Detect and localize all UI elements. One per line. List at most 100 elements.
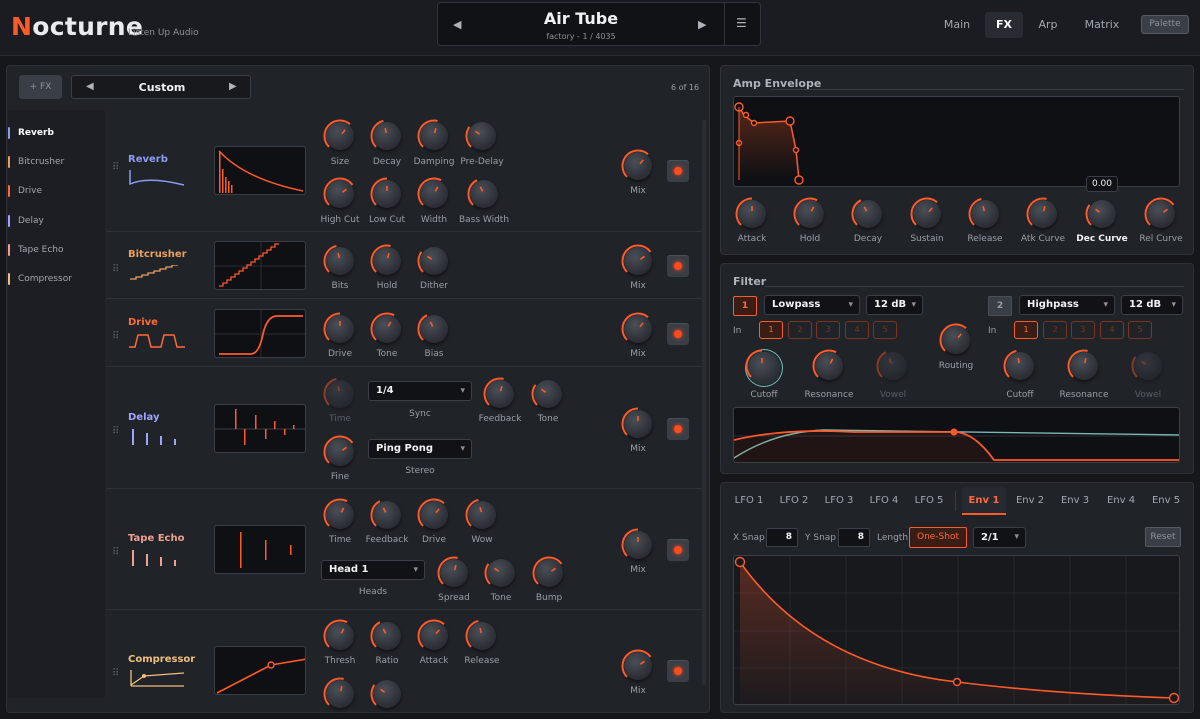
tape-feedback-knob[interactable]	[370, 500, 401, 529]
delay-fine-knob[interactable]	[323, 435, 354, 466]
sidebar-item-reverb[interactable]: Reverb	[6, 119, 102, 147]
amp-decay-knob[interactable]	[851, 199, 882, 228]
bitcrusher-bits-knob[interactable]	[323, 244, 354, 275]
comp-release-knob[interactable]	[465, 619, 496, 650]
bitcrusher-dither-knob[interactable]	[417, 247, 448, 275]
drag-handle-icon[interactable]: ⠿	[112, 548, 120, 558]
tab-env-1[interactable]: Env 1	[962, 487, 1006, 515]
amp-atk-curve-knob[interactable]	[1026, 197, 1057, 228]
sidebar-item-compressor[interactable]: Compressor	[6, 265, 102, 293]
bitcrusher-hold-knob[interactable]	[370, 244, 401, 275]
amp-release-knob[interactable]	[968, 197, 999, 228]
tab-lfo-2[interactable]: LFO 2	[778, 487, 810, 515]
delay-power-button[interactable]	[667, 418, 689, 440]
reverb-basswidth-knob[interactable]	[467, 179, 498, 208]
tab-lfo-5[interactable]: LFO 5	[913, 487, 945, 515]
fx-scrollbar[interactable]	[702, 120, 706, 685]
drive-drive-knob[interactable]	[323, 312, 354, 343]
comp-knob-6[interactable]	[370, 680, 401, 708]
tape-spread-knob[interactable]	[437, 556, 468, 587]
filter2-select-button[interactable]: 2	[988, 296, 1012, 316]
sidebar-item-drive[interactable]: Drive	[6, 177, 102, 205]
delay-feedback-knob[interactable]	[483, 377, 514, 408]
tab-lfo-1[interactable]: LFO 1	[733, 487, 765, 515]
filter1-in-slot-5[interactable]: 5	[873, 321, 897, 339]
filter1-vowel-knob[interactable]	[876, 351, 907, 380]
ysnap-input[interactable]: 8	[838, 528, 870, 547]
tab-env-5[interactable]: Env 5	[1149, 487, 1183, 515]
chain-next-button[interactable]: ▶	[229, 81, 237, 92]
amp-hold-knob[interactable]	[793, 197, 824, 228]
drag-handle-icon[interactable]: ⠿	[112, 427, 120, 437]
fx-chain-selector[interactable]: ◀ Custom ▶	[71, 75, 251, 99]
tape-drive-knob[interactable]	[417, 498, 448, 529]
preset-menu-icon[interactable]: ☰	[736, 16, 747, 30]
sidebar-item-bitcrusher[interactable]: Bitcrusher	[6, 148, 102, 176]
reverb-width-knob[interactable]	[417, 177, 448, 208]
tape-time-knob[interactable]	[323, 498, 354, 529]
tape-power-button[interactable]	[667, 539, 689, 561]
sidebar-item-tape-echo[interactable]: Tape Echo	[6, 236, 102, 264]
delay-time-knob[interactable]	[323, 377, 354, 408]
drag-handle-icon[interactable]: ⠿	[112, 332, 120, 342]
comp-ratio-knob[interactable]	[370, 621, 401, 650]
tape-bump-knob[interactable]	[532, 556, 563, 587]
filter1-in-slot-4[interactable]: 4	[845, 321, 869, 339]
tab-lfo-4[interactable]: LFO 4	[868, 487, 900, 515]
filter2-in-slot-3[interactable]: 3	[1071, 321, 1095, 339]
tab-lfo-3[interactable]: LFO 3	[823, 487, 855, 515]
filter2-resonance-knob[interactable]	[1067, 349, 1098, 380]
drag-handle-icon[interactable]: ⠿	[112, 163, 120, 173]
comp-attack-knob[interactable]	[417, 619, 448, 650]
filter2-in-slot-2[interactable]: 2	[1043, 321, 1067, 339]
add-fx-button[interactable]: + FX	[19, 75, 62, 99]
tab-env-2[interactable]: Env 2	[1013, 487, 1047, 515]
tape-tone-knob[interactable]	[484, 559, 515, 587]
comp-mix-knob[interactable]	[621, 649, 652, 680]
amp-sustain-knob[interactable]	[910, 197, 941, 228]
filter1-resonance-knob[interactable]	[812, 349, 843, 380]
reverb-power-button[interactable]	[667, 160, 689, 182]
reset-button[interactable]: Reset	[1145, 527, 1181, 547]
reverb-highcut-knob[interactable]	[323, 177, 354, 208]
comp-power-button[interactable]	[667, 660, 689, 682]
one-shot-toggle[interactable]: One-Shot	[909, 527, 967, 548]
tab-main[interactable]: Main	[938, 12, 976, 38]
filter2-in-slot-1[interactable]: 1	[1014, 321, 1038, 339]
drag-handle-icon[interactable]: ⠿	[112, 669, 120, 679]
filter1-type-select[interactable]: Lowpass	[764, 295, 860, 315]
delay-stereo-select[interactable]: Ping Pong	[368, 439, 472, 459]
envelope-editor[interactable]	[733, 555, 1180, 705]
drive-tone-knob[interactable]	[370, 312, 401, 343]
filter2-slope-select[interactable]: 12 dB	[1121, 295, 1183, 315]
filter1-in-slot-3[interactable]: 3	[816, 321, 840, 339]
delay-tone-knob[interactable]	[531, 380, 562, 408]
filter-routing-knob[interactable]	[939, 323, 970, 354]
xsnap-input[interactable]: 8	[766, 528, 798, 547]
filter2-in-slot-5[interactable]: 5	[1128, 321, 1152, 339]
comp-knob-5[interactable]	[323, 677, 354, 708]
preset-browser[interactable]: ◀ Air Tube factory - 1 / 4035 ▶ ☰	[437, 2, 761, 46]
drive-power-button[interactable]	[667, 323, 689, 345]
tab-arp[interactable]: Arp	[1031, 12, 1065, 38]
reverb-mix-knob[interactable]	[621, 149, 652, 180]
filter1-slope-select[interactable]: 12 dB	[866, 295, 923, 315]
filter2-type-select[interactable]: Highpass	[1019, 295, 1115, 315]
amp-attack-knob[interactable]	[735, 197, 766, 228]
delay-sync-select[interactable]: 1/4	[368, 381, 472, 401]
filter2-in-slot-4[interactable]: 4	[1100, 321, 1124, 339]
tape-heads-select[interactable]: Head 1	[321, 560, 425, 580]
reverb-damping-knob[interactable]	[417, 119, 448, 150]
filter2-cutoff-knob[interactable]	[1003, 349, 1034, 380]
tape-wow-knob[interactable]	[465, 498, 496, 529]
filter1-in-slot-2[interactable]: 2	[788, 321, 812, 339]
amp-rel-curve-knob[interactable]	[1144, 197, 1175, 228]
amp-dec-curve-knob[interactable]	[1085, 200, 1116, 228]
bitcrusher-power-button[interactable]	[667, 255, 689, 277]
drive-mix-knob[interactable]	[621, 312, 652, 343]
comp-thresh-knob[interactable]	[323, 619, 354, 650]
reverb-decay-knob[interactable]	[370, 119, 401, 150]
delay-mix-knob[interactable]	[621, 407, 652, 438]
env-ratio-select[interactable]: 2/1	[973, 527, 1026, 548]
drive-bias-knob[interactable]	[417, 314, 448, 343]
